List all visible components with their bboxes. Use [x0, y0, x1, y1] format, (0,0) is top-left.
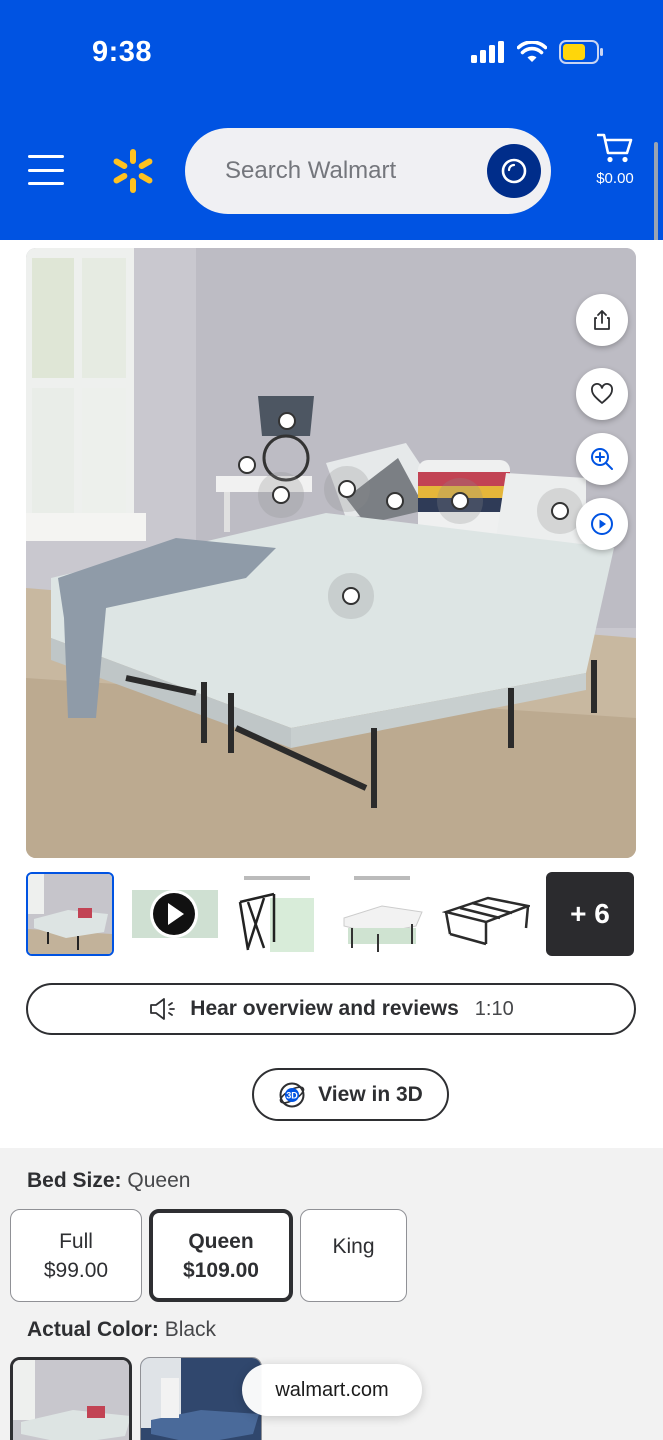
video-thumbnail [130, 872, 218, 956]
hear-overview-label: Hear overview and reviews [190, 997, 459, 1020]
color-option-black[interactable] [10, 1357, 132, 1440]
thumbnail-3[interactable] [234, 872, 322, 956]
3d-icon: 3D [279, 1082, 305, 1107]
black-frame-swatch [13, 1360, 129, 1440]
bed-size-value: Queen [127, 1169, 191, 1192]
actual-color-title: Actual Color: [27, 1318, 159, 1341]
search-input[interactable] [225, 157, 465, 185]
hotspot-pillow-striped[interactable] [451, 492, 469, 510]
actual-color-label: Actual Color: Black [27, 1318, 216, 1342]
video-button[interactable] [576, 498, 628, 550]
signal-icon [471, 41, 504, 63]
hotspot-pillow-gray[interactable] [386, 492, 404, 510]
share-icon [594, 310, 610, 330]
thumbnail-bed-photo [28, 874, 112, 954]
browser-domain-pill[interactable]: walmart.com [242, 1364, 422, 1416]
menu-button[interactable] [28, 155, 64, 185]
view-in-3d-label: View in 3D [318, 1082, 423, 1106]
favorite-button[interactable] [576, 368, 628, 420]
product-hero-image[interactable] [26, 248, 636, 858]
hotspot-mattress[interactable] [342, 587, 360, 605]
zoom-button[interactable] [576, 433, 628, 485]
search-icon [501, 158, 527, 184]
size-option-full[interactable]: Full $99.00 [10, 1209, 142, 1302]
thumbnail-1[interactable] [26, 872, 114, 956]
view-in-3d-button[interactable]: 3D View in 3D [252, 1068, 449, 1121]
bed-size-title: Bed Size: [27, 1169, 122, 1192]
cart-icon [596, 133, 633, 163]
3d-icon-text: 3D [286, 1090, 298, 1100]
cart-amount: $0.00 [596, 170, 634, 187]
thumbnail-strip: + 6 [26, 870, 636, 958]
no-box-spring-diagram [338, 872, 426, 956]
size-option-name: Queen [188, 1229, 254, 1253]
bed-size-label: Bed Size: Queen [27, 1169, 190, 1193]
hear-overview-duration: 1:10 [474, 997, 514, 1020]
size-option-king[interactable]: King [300, 1209, 407, 1302]
hotspot-pillow-left[interactable] [338, 480, 356, 498]
walmart-spark-logo[interactable] [110, 148, 156, 194]
thumbnail-more[interactable]: + 6 [546, 872, 634, 956]
size-option-name: King [332, 1235, 375, 1258]
status-icons [471, 40, 605, 64]
share-button[interactable] [576, 294, 628, 346]
search-button[interactable] [487, 144, 541, 198]
browser-domain: walmart.com [275, 1378, 389, 1401]
thumbnail-5[interactable] [442, 872, 530, 956]
hotspot-lamp[interactable] [278, 412, 296, 430]
battery-icon [559, 40, 603, 64]
size-option-price: $99.00 [43, 1258, 109, 1282]
hotspot-nightstand-drawer[interactable] [272, 486, 290, 504]
thumbnail-video[interactable] [130, 872, 218, 956]
heart-icon [591, 383, 613, 404]
size-option-queen[interactable]: Queen $109.00 [149, 1209, 293, 1302]
app: 9:38 Search Walmart $0.00 + 6 Hear overv… [0, 0, 663, 1440]
hotspot-pillow-right[interactable] [551, 502, 569, 520]
zoom-icon [591, 448, 613, 470]
bed-frame-photo [26, 248, 636, 858]
metal-frame-photo [442, 872, 530, 956]
status-time: 9:38 [92, 36, 153, 68]
play-circle-icon [591, 513, 613, 535]
header: 9:38 Search Walmart $0.00 [0, 0, 663, 240]
wifi-icon [517, 41, 547, 62]
size-option-name: Full [59, 1229, 93, 1253]
search-bar[interactable] [185, 128, 551, 214]
cart-button[interactable]: $0.00 [592, 132, 638, 187]
size-option-price: $109.00 [183, 1258, 259, 1282]
hear-overview-button[interactable]: Hear overview and reviews 1:10 [26, 983, 636, 1035]
actual-color-value: Black [164, 1318, 217, 1341]
thumbnail-4[interactable] [338, 872, 426, 956]
hotspot-nightstand[interactable] [238, 456, 256, 474]
frame-storage-diagram [234, 872, 322, 956]
speaker-icon [150, 998, 176, 1020]
more-images-count: + 6 [570, 898, 610, 929]
